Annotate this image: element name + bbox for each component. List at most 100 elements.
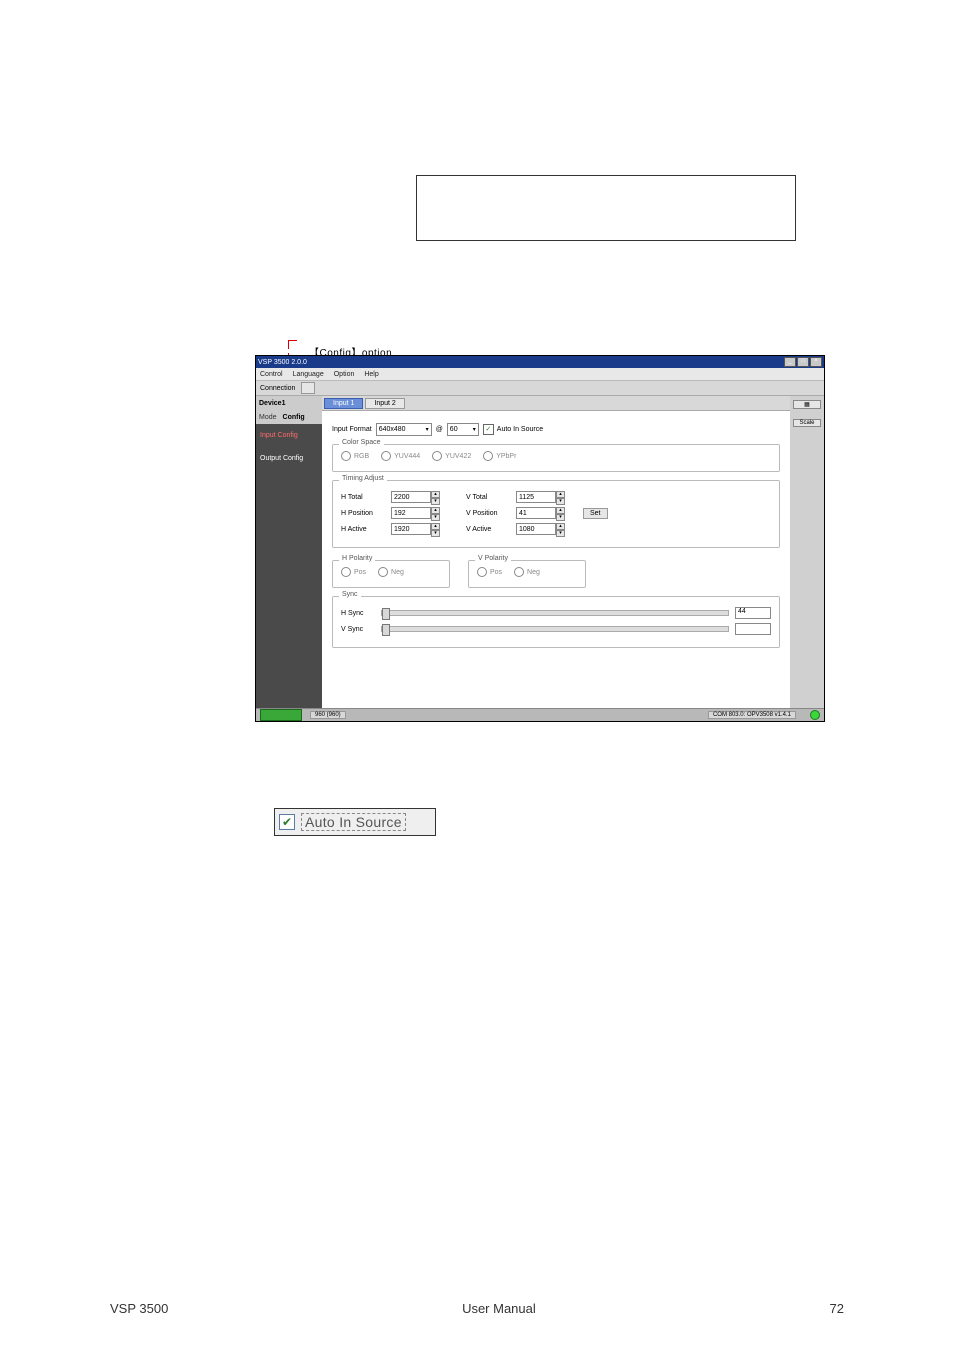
hact-input[interactable] — [391, 523, 431, 535]
spin-down-icon[interactable]: ▾ — [431, 514, 440, 521]
vsync-value[interactable] — [735, 623, 771, 635]
slider-thumb[interactable] — [382, 624, 390, 636]
timing-legend: Timing Adjust — [339, 475, 387, 482]
vpos-label: V Position — [466, 510, 512, 517]
radio-yuv422[interactable]: YUV422 — [432, 451, 471, 461]
spin-down-icon[interactable]: ▾ — [556, 530, 565, 537]
v-polarity-group: V Polarity Pos Neg — [468, 560, 586, 588]
set-button[interactable]: Set — [583, 508, 608, 519]
check-icon: ✓ — [483, 424, 494, 435]
spin-down-icon[interactable]: ▾ — [556, 498, 565, 505]
color-space-legend: Color Space — [339, 439, 384, 446]
hsync-label: H Sync — [341, 610, 375, 617]
chevron-down-icon: ▾ — [426, 426, 429, 433]
device-tabs: Device1 — [256, 396, 322, 410]
hpos-label: H Position — [341, 510, 387, 517]
radio-vpos[interactable]: Pos — [477, 567, 502, 577]
hsync-value[interactable]: 44 — [735, 607, 771, 619]
vsync-label: V Sync — [341, 626, 375, 633]
status-led-icon — [810, 710, 820, 720]
menu-help[interactable]: Help — [364, 371, 378, 378]
sidebar-item-input-config[interactable]: Input Config — [256, 424, 322, 447]
maximize-icon[interactable]: □ — [797, 357, 809, 367]
menu-option[interactable]: Option — [334, 371, 355, 378]
radio-rgb[interactable]: RGB — [341, 451, 369, 461]
spin-up-icon[interactable]: ▴ — [556, 507, 565, 514]
vtotal-input[interactable] — [516, 491, 556, 503]
vpol-legend: V Polarity — [475, 555, 511, 562]
spin-down-icon[interactable]: ▾ — [556, 514, 565, 521]
radio-vneg[interactable]: Neg — [514, 567, 540, 577]
hact-label: H Active — [341, 526, 387, 533]
hpos-input[interactable] — [391, 507, 431, 519]
tab-input1[interactable]: Input 1 — [324, 398, 363, 409]
vpos-input[interactable] — [516, 507, 556, 519]
spin-up-icon[interactable]: ▴ — [431, 523, 440, 530]
input-format-label: Input Format — [332, 426, 372, 433]
input-tabs: Input 1 Input 2 — [322, 396, 790, 411]
status-com: COM 803.0: OPV3508 v1.4.1 — [708, 711, 796, 719]
status-indicator — [260, 709, 302, 721]
footer-product: VSP 3500 — [110, 1301, 168, 1316]
connection-button[interactable] — [301, 382, 315, 394]
color-space-group: Color Space RGB YUV444 YUV422 YPbPr — [332, 444, 780, 472]
mode-tabs: Mode Config — [256, 410, 322, 424]
title-bar: VSP 3500 2.0.0 _ □ × — [256, 356, 824, 368]
left-panel: Device1 Mode Config Input Config Output … — [256, 396, 322, 711]
radio-hneg[interactable]: Neg — [378, 567, 404, 577]
app-screenshot: VSP 3500 2.0.0 _ □ × Control Language Op… — [255, 355, 825, 722]
auto-in-source-checkbox[interactable]: ✓ Auto In Source — [483, 424, 543, 435]
htotal-label: H Total — [341, 494, 387, 501]
note-box — [416, 175, 796, 241]
radio-ypbpr[interactable]: YPbPr — [483, 451, 516, 461]
htotal-input[interactable] — [391, 491, 431, 503]
toolbar: Connection — [256, 381, 824, 396]
radio-hpos[interactable]: Pos — [341, 567, 366, 577]
status-bar: 960 (960) COM 803.0: OPV3508 v1.4.1 — [256, 708, 824, 721]
hsync-slider[interactable] — [381, 610, 729, 616]
auto-in-source-detail: ✔ Auto In Source — [274, 808, 436, 836]
tab-mode[interactable]: Mode — [259, 414, 277, 421]
tab-device1[interactable]: Device1 — [259, 400, 285, 407]
close-icon[interactable]: × — [810, 357, 822, 367]
spin-down-icon[interactable]: ▾ — [431, 530, 440, 537]
connection-label: Connection — [260, 385, 295, 392]
tab-input2[interactable]: Input 2 — [365, 398, 404, 409]
spin-up-icon[interactable]: ▴ — [556, 523, 565, 530]
tab-config[interactable]: Config — [283, 414, 305, 421]
right-sidebar: ▦ Scale Cut Take — [790, 396, 824, 711]
spin-up-icon[interactable]: ▴ — [431, 491, 440, 498]
spin-down-icon[interactable]: ▾ — [431, 498, 440, 505]
vact-input[interactable] — [516, 523, 556, 535]
vtotal-label: V Total — [466, 494, 512, 501]
menu-language[interactable]: Language — [293, 371, 324, 378]
slider-thumb[interactable] — [382, 608, 390, 620]
refresh-select[interactable]: 60▾ — [447, 423, 479, 436]
scale-button[interactable]: Scale — [793, 419, 821, 427]
footer-page-number: 72 — [830, 1301, 844, 1316]
status-resolution: 960 (960) — [310, 711, 346, 719]
chevron-down-icon: ▾ — [473, 426, 476, 433]
resolution-select[interactable]: 640x480▾ — [376, 423, 432, 436]
footer-title: User Manual — [462, 1301, 536, 1316]
sync-legend: Sync — [339, 591, 361, 598]
timing-adjust-group: Timing Adjust H Total ▴▾ V Total ▴▾ H Po… — [332, 480, 780, 548]
save-preset-button[interactable]: ▦ — [793, 400, 821, 409]
sync-group: Sync H Sync 44 V Sync — [332, 596, 780, 648]
spin-up-icon[interactable]: ▴ — [431, 507, 440, 514]
menu-control[interactable]: Control — [260, 371, 283, 378]
spin-up-icon[interactable]: ▴ — [556, 491, 565, 498]
hpol-legend: H Polarity — [339, 555, 375, 562]
vsync-slider[interactable] — [381, 626, 729, 632]
sidebar-item-output-config[interactable]: Output Config — [256, 447, 322, 470]
auto-in-source-label: Auto In Source — [497, 426, 543, 433]
menu-bar: Control Language Option Help — [256, 368, 824, 381]
main-panel: Input 1 Input 2 Input Format 640x480▾ @ … — [322, 396, 790, 711]
radio-yuv444[interactable]: YUV444 — [381, 451, 420, 461]
annotation-corner — [288, 340, 297, 349]
window-title: VSP 3500 2.0.0 — [258, 359, 307, 366]
h-polarity-group: H Polarity Pos Neg — [332, 560, 450, 588]
checkbox-checked-icon[interactable]: ✔ — [279, 814, 295, 830]
at-label: @ — [436, 426, 443, 433]
minimize-icon[interactable]: _ — [784, 357, 796, 367]
